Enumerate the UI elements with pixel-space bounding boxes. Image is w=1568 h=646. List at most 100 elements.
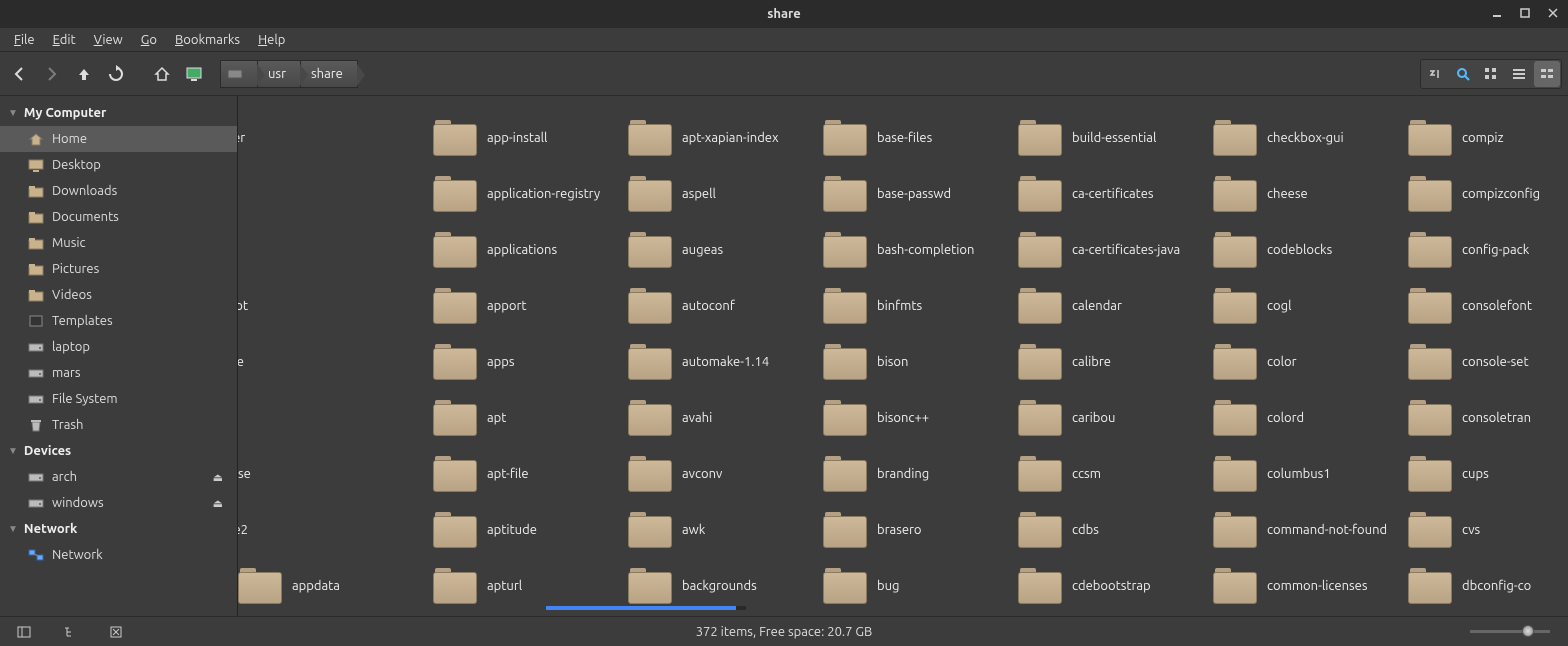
places-toggle-button[interactable] — [10, 618, 38, 646]
menu-file[interactable]: File — [6, 31, 43, 49]
zoom-slider[interactable] — [1470, 630, 1550, 633]
breadcrumb-root[interactable] — [220, 60, 258, 88]
menu-edit[interactable]: Edit — [45, 31, 84, 49]
folder-item[interactable]: bison — [823, 334, 1018, 390]
folder-item[interactable]: apps — [433, 334, 628, 390]
folder-item[interactable]: consolefont — [1408, 278, 1568, 334]
sidebar-item-laptop[interactable]: laptop — [0, 334, 237, 360]
folder-item[interactable]: caribou — [1018, 390, 1213, 446]
folder-item[interactable]: bisonc++ — [823, 390, 1018, 446]
menu-bookmarks[interactable]: Bookmarks — [167, 31, 248, 49]
folder-item[interactable]: avconv — [628, 446, 823, 502]
folder-item[interactable]: m — [238, 166, 361, 222]
sidebar-item-desktop[interactable]: Desktop — [0, 152, 237, 178]
eject-icon[interactable]: ⏏ — [213, 497, 223, 510]
folder-item[interactable] — [238, 390, 361, 446]
folder-item[interactable]: columbus1 — [1213, 446, 1408, 502]
list-view-button[interactable] — [1506, 61, 1532, 87]
folder-item[interactable]: n — [238, 222, 361, 278]
folder-item[interactable]: compizconfig — [1408, 166, 1568, 222]
folder-item[interactable]: calibre — [1018, 334, 1213, 390]
folder-view[interactable]: usermneriotarte-baseche2appdataapp-insta… — [238, 96, 1568, 616]
folder-item[interactable]: compiz — [1408, 110, 1568, 166]
folder-item[interactable]: base-passwd — [823, 166, 1018, 222]
search-button[interactable] — [1450, 61, 1476, 87]
folder-item[interactable]: config-pack — [1408, 222, 1568, 278]
sidebar-item-pictures[interactable]: Pictures — [0, 256, 237, 282]
sidebar-header-devices[interactable]: ▼Devices — [0, 438, 237, 464]
reload-button[interactable] — [102, 60, 130, 88]
eject-icon[interactable]: ⏏ — [213, 471, 223, 484]
folder-item[interactable]: codeblocks — [1213, 222, 1408, 278]
sidebar-item-file-system[interactable]: File System — [0, 386, 237, 412]
folder-item[interactable]: user — [238, 110, 361, 166]
folder-item[interactable]: apt-xapian-index — [628, 110, 823, 166]
sidebar-item-windows[interactable]: windows⏏ — [0, 490, 237, 516]
folder-item[interactable]: color — [1213, 334, 1408, 390]
folder-item[interactable]: apport — [433, 278, 628, 334]
tree-toggle-button[interactable] — [56, 618, 84, 646]
folder-item[interactable]: bash-completion — [823, 222, 1018, 278]
sidebar-item-templates[interactable]: Templates — [0, 308, 237, 334]
menu-go[interactable]: Go — [133, 31, 165, 49]
folder-item[interactable]: ccsm — [1018, 446, 1213, 502]
sidebar-item-mars[interactable]: mars — [0, 360, 237, 386]
folder-item[interactable]: dbconfig-co — [1408, 558, 1568, 614]
icon-view-button[interactable] — [1478, 61, 1504, 87]
folder-item[interactable]: brasero — [823, 502, 1018, 558]
sidebar-item-home[interactable]: Home — [0, 126, 237, 152]
folder-item[interactable]: appdata — [238, 558, 433, 614]
folder-item[interactable]: aptitude — [433, 502, 628, 558]
sidebar-item-arch[interactable]: arch⏏ — [0, 464, 237, 490]
folder-item[interactable]: eriot — [238, 278, 361, 334]
sidebar-item-downloads[interactable]: Downloads — [0, 178, 237, 204]
back-button[interactable] — [6, 60, 34, 88]
folder-item[interactable]: apt-file — [433, 446, 628, 502]
up-button[interactable] — [70, 60, 98, 88]
folder-item[interactable]: arte — [238, 334, 361, 390]
minimize-button[interactable] — [1488, 4, 1506, 22]
folder-item[interactable]: ca-certificates-java — [1018, 222, 1213, 278]
home-button[interactable] — [148, 60, 176, 88]
folder-item[interactable]: cheese — [1213, 166, 1408, 222]
breadcrumb-share[interactable]: share — [300, 60, 358, 88]
folder-item[interactable]: consoletran — [1408, 390, 1568, 446]
folder-item[interactable]: cvs — [1408, 502, 1568, 558]
folder-item[interactable]: base-files — [823, 110, 1018, 166]
close-sidebar-button[interactable] — [102, 618, 130, 646]
maximize-button[interactable] — [1516, 4, 1534, 22]
computer-button[interactable] — [180, 60, 208, 88]
folder-item[interactable]: che2 — [238, 502, 361, 558]
folder-item[interactable]: branding — [823, 446, 1018, 502]
sidebar-item-network[interactable]: Network — [0, 542, 237, 568]
folder-item[interactable]: build-essential — [1018, 110, 1213, 166]
toggle-location-button[interactable] — [1422, 61, 1448, 87]
folder-item[interactable]: avahi — [628, 390, 823, 446]
folder-item[interactable]: cups — [1408, 446, 1568, 502]
folder-item[interactable]: cdbs — [1018, 502, 1213, 558]
compact-view-button[interactable] — [1534, 61, 1560, 87]
folder-item[interactable]: colord — [1213, 390, 1408, 446]
sidebar-item-music[interactable]: Music — [0, 230, 237, 256]
folder-item[interactable]: calendar — [1018, 278, 1213, 334]
sidebar-item-documents[interactable]: Documents — [0, 204, 237, 230]
folder-item[interactable]: aspell — [628, 166, 823, 222]
folder-item[interactable]: common-licenses — [1213, 558, 1408, 614]
folder-item[interactable]: ca-certificates — [1018, 166, 1213, 222]
horizontal-scrollbar[interactable] — [546, 606, 746, 610]
menu-view[interactable]: View — [86, 31, 131, 49]
folder-item[interactable]: cdebootstrap — [1018, 558, 1213, 614]
folder-item[interactable]: binfmts — [823, 278, 1018, 334]
forward-button[interactable] — [38, 60, 66, 88]
folder-item[interactable]: autoconf — [628, 278, 823, 334]
sidebar-item-trash[interactable]: Trash — [0, 412, 237, 438]
menu-help[interactable]: Help — [250, 31, 293, 49]
folder-item[interactable]: console-set — [1408, 334, 1568, 390]
folder-item[interactable]: cogl — [1213, 278, 1408, 334]
folder-item[interactable]: apt — [433, 390, 628, 446]
folder-item[interactable]: automake-1.14 — [628, 334, 823, 390]
folder-item[interactable]: app-install — [433, 110, 628, 166]
folder-item[interactable]: applications — [433, 222, 628, 278]
folder-item[interactable]: awk — [628, 502, 823, 558]
sidebar-header-network[interactable]: ▼Network — [0, 516, 237, 542]
